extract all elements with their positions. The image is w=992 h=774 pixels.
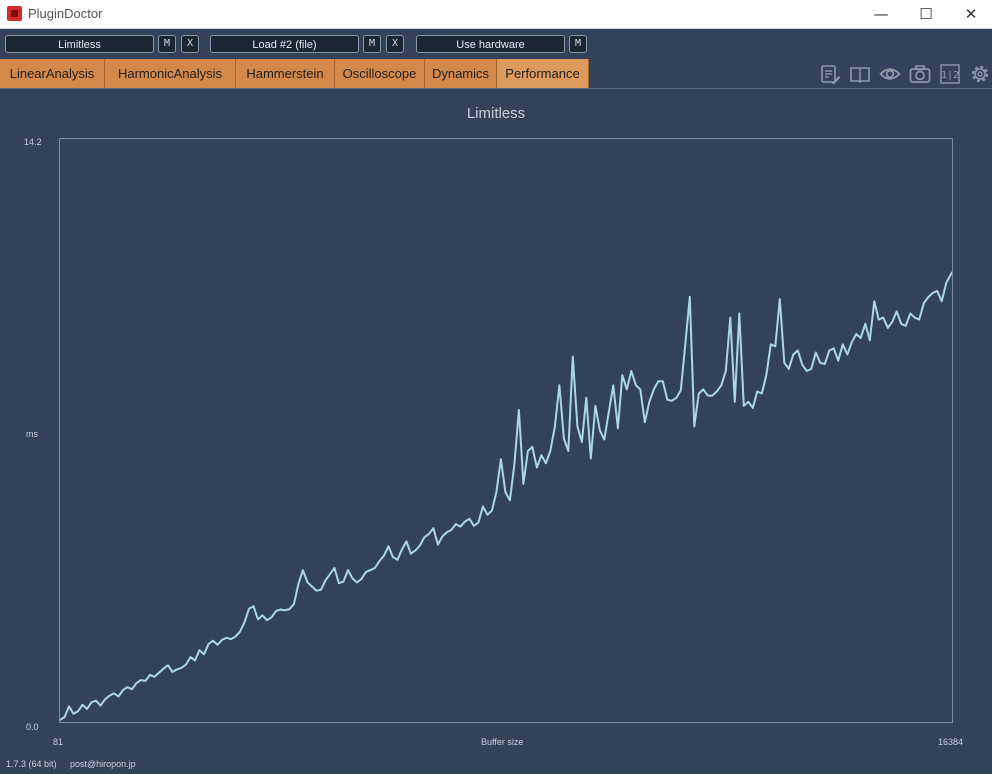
series-line: [60, 271, 952, 721]
x-max-tick-label: 16384: [938, 737, 964, 747]
hardware-slot[interactable]: Use hardware: [416, 35, 565, 53]
version-label: 1.7.3 (64 bit): [6, 759, 57, 769]
plot-area: [60, 271, 952, 721]
tab-oscilloscope[interactable]: Oscilloscope: [335, 59, 425, 88]
plugin2-x-button[interactable]: X: [386, 35, 404, 53]
hardware-m-button[interactable]: M: [569, 35, 587, 53]
plugin-toolbar: Limitless M X Load #2 (file) M X Use har…: [0, 29, 992, 59]
tab-performance[interactable]: Performance: [497, 59, 589, 88]
title-bar: PluginDoctor — ☐ ✕: [0, 0, 992, 29]
plugin1-slot[interactable]: Limitless: [5, 35, 154, 53]
compare-icon-text: 1|2: [941, 70, 959, 81]
plugin1-m-button[interactable]: M: [158, 35, 176, 53]
tab-divider: [0, 88, 992, 89]
notes-icon[interactable]: [819, 63, 841, 85]
minimize-button[interactable]: —: [858, 0, 904, 28]
plugin2-m-button[interactable]: M: [363, 35, 381, 53]
close-button[interactable]: ✕: [948, 0, 992, 28]
compare-icon[interactable]: 1|2: [939, 63, 961, 85]
maximize-button[interactable]: ☐: [903, 0, 949, 28]
performance-plot: [59, 138, 953, 723]
tab-linear-analysis[interactable]: LinearAnalysis: [0, 59, 105, 88]
tab-harmonic-analysis[interactable]: HarmonicAnalysis: [105, 59, 236, 88]
contact-label: post@hiropon.jp: [70, 759, 136, 769]
x-axis-label: Buffer size: [481, 737, 524, 747]
camera-icon[interactable]: [909, 63, 931, 85]
plugin2-slot[interactable]: Load #2 (file): [210, 35, 359, 53]
tab-dynamics[interactable]: Dynamics: [425, 59, 497, 88]
y-min-tick-label: 0.0: [26, 722, 39, 732]
eye-icon[interactable]: [879, 63, 901, 85]
gear-icon[interactable]: [969, 63, 991, 85]
plugin1-x-button[interactable]: X: [181, 35, 199, 53]
book-icon[interactable]: [849, 63, 871, 85]
tab-hammerstein[interactable]: Hammerstein: [236, 59, 335, 88]
window-title: PluginDoctor: [28, 6, 103, 21]
x-min-tick-label: 81: [53, 737, 64, 747]
y-axis-label: ms: [26, 429, 38, 439]
y-max-tick-label: 14.2: [24, 137, 42, 147]
chart-title: Limitless: [466, 105, 526, 122]
app-icon: [7, 6, 22, 21]
